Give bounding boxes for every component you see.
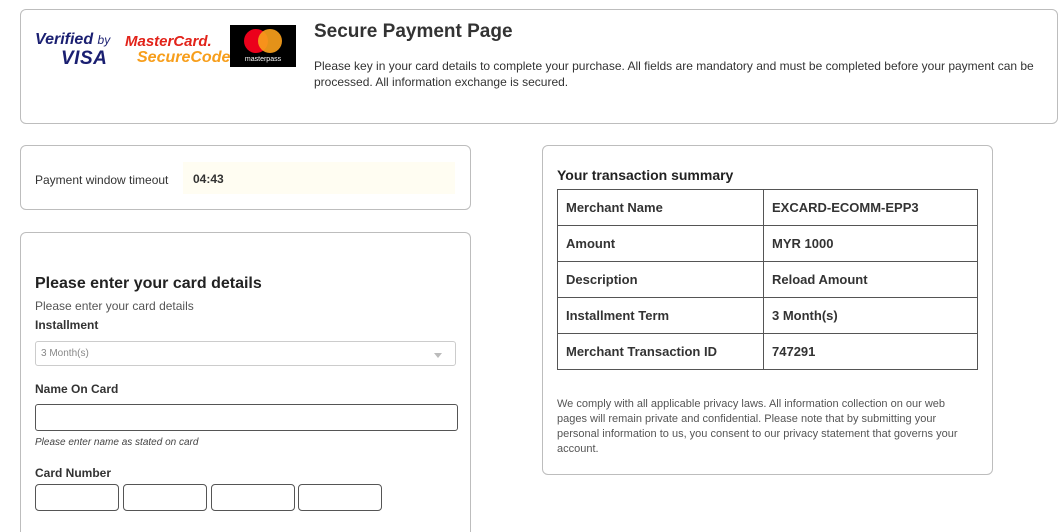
page-description: Please key in your card details to compl… — [314, 59, 1034, 89]
name-on-card-input[interactable] — [35, 404, 458, 431]
card-number-input-4[interactable] — [298, 484, 382, 511]
masterpass-label: masterpass — [244, 56, 282, 63]
summary-value: MYR 1000 — [763, 225, 978, 262]
summary-title: Your transaction summary — [557, 167, 734, 183]
header-panel: Verified by VISA MasterCard. SecureCode.… — [20, 9, 1058, 124]
summary-row-merchant-name: Merchant Name EXCARD-ECOMM-EPP3 — [557, 189, 978, 226]
summary-row-merchant-transaction-id: Merchant Transaction ID 747291 — [557, 333, 978, 370]
card-number-label: Card Number — [35, 466, 112, 480]
installment-label: Installment — [35, 318, 99, 332]
summary-label: Merchant Name — [557, 189, 764, 226]
summary-label: Amount — [557, 225, 764, 262]
summary-row-amount: Amount MYR 1000 — [557, 225, 978, 262]
name-on-card-label: Name On Card — [35, 382, 119, 396]
card-number-input-1[interactable] — [35, 484, 119, 511]
installment-select[interactable]: 3 Month(s) — [35, 341, 456, 366]
masterpass-logo: masterpass — [230, 25, 296, 67]
card-details-title: Please enter your card details — [35, 275, 262, 292]
timeout-display: 04:43 — [183, 162, 455, 194]
summary-table: Merchant Name EXCARD-ECOMM-EPP3 Amount M… — [557, 189, 978, 370]
summary-label: Installment Term — [557, 297, 764, 334]
summary-value: EXCARD-ECOMM-EPP3 — [763, 189, 978, 226]
summary-row-installment-term: Installment Term 3 Month(s) — [557, 297, 978, 334]
summary-label: Description — [557, 261, 764, 298]
card-number-input-3[interactable] — [211, 484, 295, 511]
summary-value: 747291 — [763, 333, 978, 370]
timeout-value: 04:43 — [193, 172, 224, 186]
card-details-subtitle: Please enter your card details — [35, 299, 194, 313]
privacy-notice: We comply with all applicable privacy la… — [557, 398, 958, 455]
installment-selected-value: 3 Month(s) — [41, 348, 89, 359]
name-on-card-hint: Please enter name as stated on card — [35, 437, 199, 448]
page-title: Secure Payment Page — [314, 21, 513, 42]
summary-row-description: Description Reload Amount — [557, 261, 978, 298]
verified-by-visa-securecode-logo: Verified by VISA MasterCard. SecureCode. — [35, 31, 235, 71]
securecode-logo-text: SecureCode. — [137, 49, 235, 66]
summary-label: Merchant Transaction ID — [557, 333, 764, 370]
card-number-input-2[interactable] — [123, 484, 207, 511]
summary-value: Reload Amount — [763, 261, 978, 298]
summary-value: 3 Month(s) — [763, 297, 978, 334]
transaction-summary-panel: Your transaction summary Merchant Name E… — [542, 145, 993, 475]
card-details-panel: Please enter your card details Please en… — [20, 232, 471, 532]
visa-logo-text: VISA — [61, 48, 108, 69]
mastercard-logo-text: MasterCard. — [125, 33, 212, 50]
timeout-label: Payment window timeout — [35, 173, 169, 187]
mastercard-yellow-circle-icon — [258, 29, 282, 53]
verified-by-visa-text: Verified by — [35, 31, 111, 48]
timeout-panel: Payment window timeout 04:43 — [20, 145, 471, 210]
chevron-down-icon — [434, 353, 442, 358]
